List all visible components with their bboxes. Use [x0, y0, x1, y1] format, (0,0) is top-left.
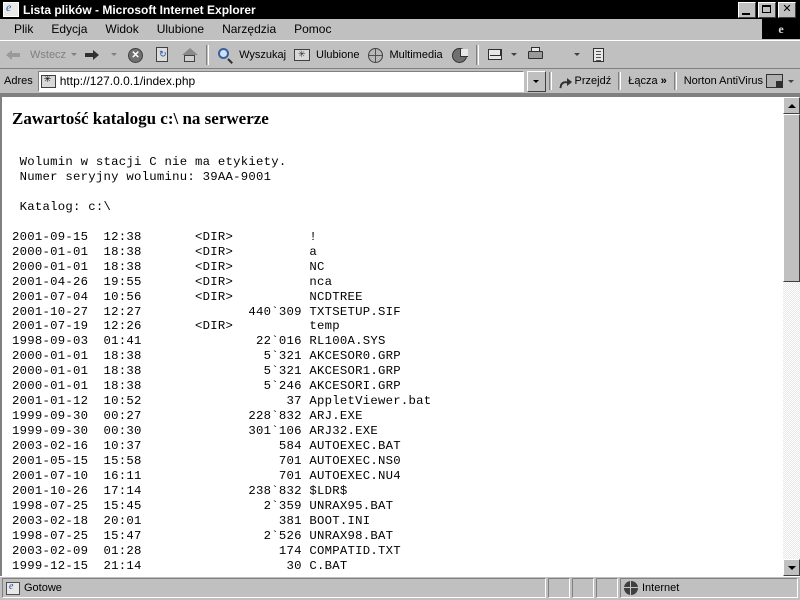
back-button[interactable]: Wstecz	[3, 44, 82, 66]
minimize-button[interactable]	[738, 1, 756, 18]
toolbar-separator-2	[475, 44, 479, 65]
links-chevron-icon: »	[660, 75, 667, 87]
status-panel-1	[548, 578, 570, 598]
ie-logo-icon: e	[762, 19, 800, 39]
web-page: Zawartość katalogu c:\ na serwerze Wolum…	[0, 95, 783, 576]
forward-dropdown-icon[interactable]	[111, 53, 118, 56]
close-icon: ✕	[782, 2, 792, 15]
address-separator-2	[618, 72, 622, 90]
back-dropdown-icon[interactable]	[71, 53, 78, 56]
edit-dropdown-button[interactable]	[549, 44, 585, 66]
scroll-down-button[interactable]	[783, 559, 800, 576]
history-pie-icon	[449, 45, 470, 65]
address-separator-1	[548, 72, 552, 90]
document-icon	[588, 45, 609, 65]
norton-shield-icon	[766, 74, 783, 88]
mail-icon	[485, 45, 506, 65]
security-zone-text: Internet	[642, 582, 680, 594]
chevron-down-icon	[787, 565, 796, 570]
page-body: Zawartość katalogu c:\ na serwerze Wolum…	[2, 97, 783, 574]
content-area: Zawartość katalogu c:\ na serwerze Wolum…	[0, 94, 800, 576]
browser-toolbar: Wstecz ✕ ↻ Wyszukaj ✳ Ulubione Multimedi…	[0, 40, 800, 69]
search-button-label: Wyszukaj	[239, 48, 287, 61]
scroll-up-button[interactable]	[783, 97, 800, 114]
address-separator-3	[673, 72, 677, 90]
status-message-panel: Gotowe	[2, 578, 546, 598]
norton-dropdown-icon[interactable]	[788, 79, 794, 83]
home-icon	[179, 45, 200, 65]
status-text: Gotowe	[24, 582, 62, 594]
menu-help[interactable]: Pomoc	[285, 20, 340, 38]
go-button-label: Przejdź	[574, 75, 612, 87]
menu-favorites[interactable]: Ulubione	[148, 20, 213, 38]
edit-dropdown-icon[interactable]	[573, 53, 580, 56]
menu-view[interactable]: Widok	[96, 20, 147, 38]
home-button[interactable]	[176, 44, 203, 66]
address-url-text: http://127.0.0.1/index.php	[59, 74, 196, 88]
history-button[interactable]	[446, 44, 473, 66]
page-title: Zawartość katalogu c:\ na serwerze	[12, 109, 269, 128]
links-button-label: Łącza	[628, 75, 658, 87]
go-button[interactable]: Przejdź	[555, 71, 616, 91]
page-favicon-icon: ✳	[40, 74, 56, 88]
refresh-icon: ↻	[152, 45, 173, 65]
window-title: Lista plików - Microsoft Internet Explor…	[23, 2, 256, 17]
browser-window: Lista plików - Microsoft Internet Explor…	[0, 0, 800, 600]
favorites-folder-icon: ✳	[292, 45, 313, 65]
title-bar: Lista plików - Microsoft Internet Explor…	[0, 0, 800, 19]
links-button[interactable]: Łącza »	[624, 71, 670, 91]
address-label: Adres	[4, 75, 33, 87]
status-bar: Gotowe Internet	[0, 576, 800, 600]
back-button-label: Wstecz	[30, 48, 67, 61]
print-button[interactable]	[522, 44, 549, 66]
menu-edit[interactable]: Edycja	[42, 20, 96, 38]
scrollbar-track[interactable]	[783, 114, 800, 559]
multimedia-button-label: Multimedia	[389, 48, 443, 61]
search-icon	[215, 45, 236, 65]
directory-listing: Wolumin w stacji C nie ma etykiety. Nume…	[12, 155, 432, 573]
arrow-left-icon	[6, 45, 27, 65]
refresh-button[interactable]: ↻	[149, 44, 176, 66]
arrow-right-icon	[85, 45, 106, 65]
go-arrow-icon	[559, 75, 572, 88]
menu-file[interactable]: Plik	[5, 20, 42, 38]
security-zone-panel[interactable]: Internet	[620, 578, 798, 598]
scrollbar-thumb[interactable]	[783, 114, 800, 282]
window-controls: ✕	[738, 1, 796, 18]
menu-tools[interactable]: Narzędzia	[213, 20, 285, 38]
ie-status-icon	[6, 581, 20, 595]
status-panel-2	[572, 578, 594, 598]
address-bar: Adres ✳ http://127.0.0.1/index.php Przej…	[0, 69, 800, 94]
mail-button[interactable]	[482, 44, 522, 66]
mail-dropdown-icon[interactable]	[510, 53, 517, 56]
favorites-button-label: Ulubione	[316, 48, 360, 61]
ie-document-icon	[3, 0, 19, 17]
toolbar-separator-1	[206, 44, 210, 65]
restore-button[interactable]	[758, 1, 776, 18]
stop-icon: ✕	[125, 45, 146, 65]
printer-icon	[525, 45, 546, 65]
stop-button[interactable]: ✕	[122, 44, 149, 66]
globe-icon	[365, 45, 386, 65]
address-dropdown-button[interactable]	[526, 70, 546, 92]
edit-button[interactable]	[585, 44, 612, 66]
chevron-down-icon	[533, 79, 540, 83]
norton-antivirus-label: Norton AntiVirus	[683, 75, 763, 87]
address-input[interactable]: ✳ http://127.0.0.1/index.php	[37, 70, 524, 92]
internet-zone-icon	[624, 581, 638, 595]
vertical-scrollbar[interactable]	[783, 95, 800, 576]
close-button[interactable]: ✕	[778, 1, 796, 18]
menu-bar: Plik Edycja Widok Ulubione Narzędzia Pom…	[0, 19, 800, 40]
status-panel-3	[596, 578, 618, 598]
forward-button[interactable]	[82, 44, 122, 66]
multimedia-button[interactable]: Multimedia	[362, 44, 445, 66]
search-button[interactable]: Wyszukaj	[212, 44, 289, 66]
norton-antivirus-button[interactable]: Norton AntiVirus	[680, 71, 800, 91]
favorites-button[interactable]: ✳ Ulubione	[289, 44, 362, 66]
chevron-up-icon	[787, 103, 796, 108]
